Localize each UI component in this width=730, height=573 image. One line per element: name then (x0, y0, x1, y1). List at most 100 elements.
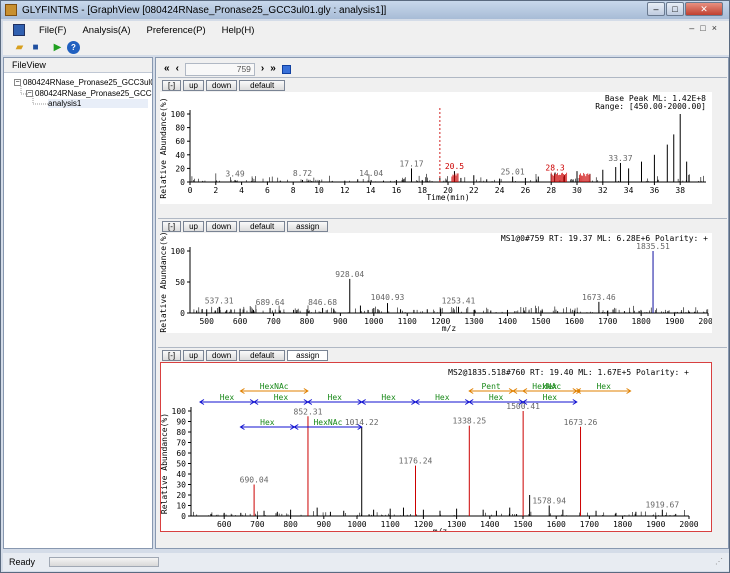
next-scan-button[interactable]: › (261, 63, 264, 75)
fragment-label: Pent (481, 382, 500, 391)
minimize-button[interactable]: – (647, 2, 665, 16)
stop-icon[interactable] (282, 65, 291, 74)
menu-file[interactable]: File(F) (31, 25, 74, 36)
x-tick-label: 2000 (679, 520, 698, 529)
y-axis-label: Relative Abundance(%) (160, 97, 168, 198)
default-button[interactable]: default (239, 350, 285, 361)
menu-preference[interactable]: Preference(P) (139, 25, 214, 36)
peak-label: 20.5 (445, 162, 464, 171)
info-line: MS1@0#759 RT: 19.37 ML: 6.28E+6 Polarity… (501, 234, 708, 243)
y-tick-label: 90 (176, 418, 186, 427)
peak-label: 1919.67 (645, 501, 679, 510)
x-tick-label: 1300 (464, 317, 483, 326)
x-tick-label: 1100 (398, 317, 417, 326)
x-tick-label: 800 (300, 317, 315, 326)
panel-buttons: [-] up down default assign (162, 221, 328, 232)
x-tick-label: 2 (213, 186, 218, 195)
fragment-label: HexNAc (260, 382, 289, 391)
up-button[interactable]: up (183, 80, 204, 91)
peak-label: 1176.24 (399, 457, 433, 466)
y-axis-label: Relative Abundance(%) (160, 233, 168, 333)
mdi-controls[interactable]: –□× (689, 23, 723, 33)
fragment-label: Hex (220, 393, 235, 402)
x-tick-label: 600 (233, 317, 248, 326)
run-play-icon[interactable]: ▶ (51, 41, 64, 54)
collapse-button[interactable]: [-] (162, 350, 181, 361)
chromatogram-plot[interactable]: 0 20 40 60 80 100 0 2 4 6 8 10 12 14 16 18 20 22 24 26 28 30 3… (160, 92, 712, 204)
assign-button[interactable]: assign (287, 350, 328, 361)
status-text: Ready (9, 557, 35, 567)
close-button[interactable]: ✕ (685, 2, 723, 16)
default-button[interactable]: default (239, 80, 285, 91)
down-button[interactable]: down (206, 350, 237, 361)
save-disk-icon[interactable]: ■ (29, 41, 42, 54)
status-progress-bar (49, 557, 159, 567)
x-tick-label: 1900 (665, 317, 684, 326)
x-tick-label: 600 (217, 520, 232, 529)
help-icon[interactable]: ? (67, 41, 80, 54)
x-tick-label: 1200 (414, 520, 433, 529)
collapse-button[interactable]: [-] (162, 221, 181, 232)
y-tick-label: 20 (175, 164, 185, 173)
fragment-label: Hex (274, 393, 289, 402)
graph-view: « ‹ 759 › » [-] up down default 0 20 40 60 8… (155, 57, 729, 549)
assign-button[interactable]: assign (287, 221, 328, 232)
prev-scan-button[interactable]: ‹ (176, 63, 179, 75)
info-line: MS2@1835.518#760 RT: 19.40 ML: 1.67E+5 P… (448, 368, 689, 377)
default-button[interactable]: default (239, 221, 285, 232)
last-scan-button[interactable]: » (270, 63, 276, 75)
x-tick-label: 32 (598, 186, 608, 195)
x-tick-label: 1900 (646, 520, 665, 529)
x-tick-label: 700 (266, 317, 281, 326)
scan-navigator: « ‹ 759 › » (164, 62, 291, 76)
x-tick-label: 24 (495, 186, 505, 195)
x-tick-label: 26 (521, 186, 531, 195)
y-tick-label: 10 (176, 502, 186, 511)
open-folder-icon[interactable]: ▰ (13, 41, 26, 54)
panel-buttons: [-] up down default assign (162, 350, 328, 361)
y-axis-label: Relative Abundance(%) (161, 413, 169, 514)
y-tick-label: 30 (176, 481, 186, 490)
ms1-svg[interactable]: 050100500 600 700 800 900 1000 1100 1200 1300 140… (160, 233, 712, 333)
fragment-label: Hex (596, 382, 611, 391)
y-tick-label: 50 (175, 278, 185, 287)
y-tick-label: 60 (176, 449, 186, 458)
fragment-label: Hex (260, 418, 275, 427)
menu-bar: File(F) Analysis(A) Preference(P) Help(H… (3, 21, 729, 39)
x-tick-label: 1500 (513, 520, 532, 529)
x-tick-label: 14 (366, 186, 376, 195)
peak-label: 1835.51 (636, 242, 670, 251)
peak-label: 689.64 (256, 298, 285, 307)
resize-grip-icon[interactable]: ⋰ (715, 557, 725, 567)
x-axis-label: m/z (442, 324, 457, 333)
tree-lines (4, 76, 64, 126)
x-tick-label: 1700 (580, 520, 599, 529)
x-tick-label: 6 (265, 186, 270, 195)
peak-label: 690.04 (240, 476, 269, 485)
down-button[interactable]: down (206, 80, 237, 91)
app-icon (5, 4, 17, 16)
collapse-button[interactable]: [-] (162, 80, 181, 91)
down-button[interactable]: down (206, 221, 237, 232)
peak-label: 1040.93 (371, 293, 405, 302)
up-button[interactable]: up (183, 350, 204, 361)
maximize-button[interactable]: □ (666, 2, 684, 16)
ms2-svg[interactable]: 010 2030 4050 6070 8090 100 600 700 800 900 1000 11… (161, 363, 711, 531)
menu-analysis[interactable]: Analysis(A) (74, 25, 138, 36)
peak-label: 1253.41 (442, 297, 476, 306)
fragment-label: Hex (328, 393, 343, 402)
chromatogram-svg[interactable]: 0204060801000 2 4 6 8 10 12 14 16 18 20 22 24 26 28 30 3… (160, 92, 712, 204)
x-tick-label: 1600 (565, 317, 584, 326)
peak-label: 1014.22 (345, 418, 379, 427)
y-tick-label: 40 (175, 151, 185, 160)
ms2-plot[interactable]: 0 10 20 30 40 50 60 70 80 90 100 600 700 800 900 1000 11… (160, 362, 712, 532)
ms1-plot[interactable]: 0 50 100 500 600 700 800 900 1000 1100 1200 1300 140… (160, 233, 712, 333)
peak-label: 1500.41 (506, 402, 540, 411)
scan-number-input[interactable]: 759 (185, 63, 255, 76)
x-tick-label: 2000 (698, 317, 712, 326)
y-tick-label: 100 (171, 110, 186, 119)
x-tick-label: 30 (572, 186, 582, 195)
menu-help[interactable]: Help(H) (214, 25, 263, 36)
up-button[interactable]: up (183, 221, 204, 232)
first-scan-button[interactable]: « (164, 63, 170, 75)
